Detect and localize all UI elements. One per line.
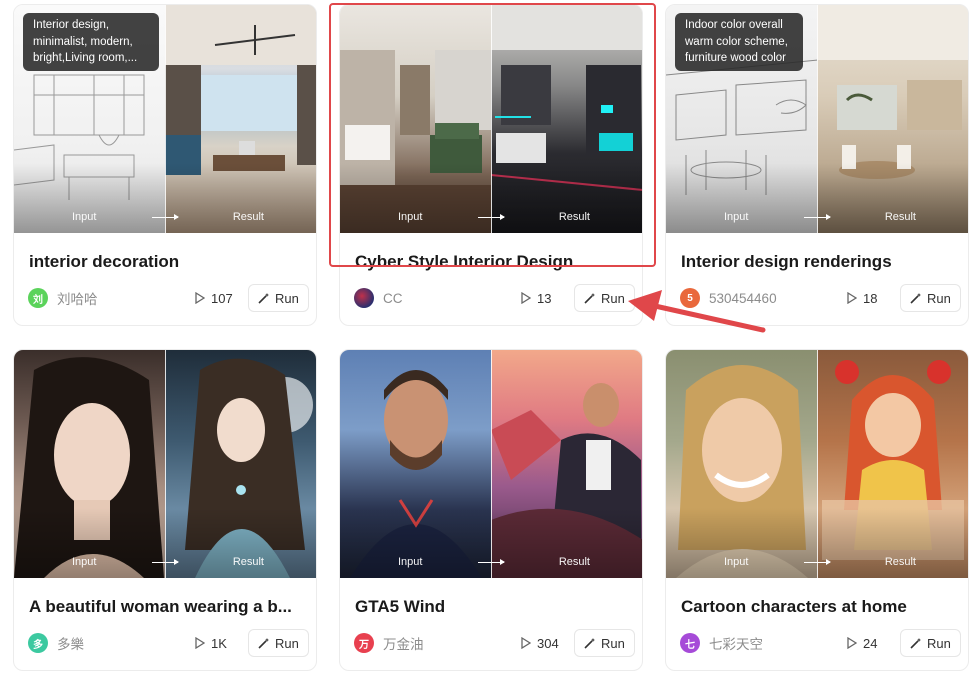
magic-wand-icon [910, 638, 921, 649]
split-divider [491, 350, 492, 578]
play-icon [521, 637, 531, 649]
play-count-value: 13 [537, 290, 552, 306]
play-icon [847, 292, 857, 304]
play-count-value: 18 [863, 290, 878, 306]
card-preview[interactable]: Input Result Interior design, minimalist… [14, 5, 316, 233]
avatar[interactable]: 万 [354, 633, 374, 653]
run-button[interactable]: Run [900, 629, 961, 657]
result-label: Result [558, 211, 590, 223]
run-button[interactable]: Run [900, 284, 961, 312]
result-label: Result [558, 556, 590, 568]
card-title[interactable]: interior decoration [29, 252, 309, 272]
result-label: Result [232, 556, 264, 568]
play-count-value: 1K [211, 635, 227, 651]
arrow-right-icon [804, 559, 831, 565]
avatar[interactable]: 七 [680, 633, 700, 653]
workflow-grid: Input Result Interior design, minimalist… [0, 0, 979, 678]
workflow-card[interactable]: Input Result A beautiful woman wearing a… [13, 349, 317, 671]
play-count: 18 [847, 291, 895, 306]
split-divider [491, 5, 492, 233]
card-meta: 万 万金油 304 Run [354, 629, 642, 657]
input-label: Input [72, 211, 97, 223]
author-name[interactable]: 多樂 [57, 633, 195, 653]
workflow-card[interactable]: Input Result GTA5 Wind 万 万金油 304 Run [339, 349, 643, 671]
play-icon [847, 637, 857, 649]
run-label: Run [601, 290, 625, 306]
prompt-tooltip: Indoor color overall warm color scheme, … [675, 13, 803, 71]
card-preview[interactable]: Input Result Indoor color overall warm c… [666, 5, 968, 233]
workflow-card[interactable]: Input Result Indoor color overall warm c… [665, 4, 969, 326]
card-title[interactable]: Cyber Style Interior Design [355, 252, 635, 272]
card-title[interactable]: GTA5 Wind [355, 597, 635, 617]
result-label: Result [884, 556, 916, 568]
magic-wand-icon [584, 293, 595, 304]
card-title[interactable]: A beautiful woman wearing a b... [29, 597, 309, 617]
input-label: Input [72, 556, 97, 568]
run-button[interactable]: Run [574, 629, 635, 657]
avatar[interactable]: 5 [680, 288, 700, 308]
input-label: Input [398, 556, 423, 568]
result-label: Result [884, 211, 916, 223]
magic-wand-icon [584, 638, 595, 649]
magic-wand-icon [258, 638, 269, 649]
magic-wand-icon [258, 293, 269, 304]
play-count-value: 107 [211, 290, 233, 306]
play-count: 304 [521, 636, 569, 651]
play-icon [195, 637, 205, 649]
avatar[interactable] [354, 288, 374, 308]
author-name[interactable]: 530454460 [709, 291, 847, 306]
play-count: 24 [847, 636, 895, 651]
workflow-card[interactable]: Input Result Interior design, minimalist… [13, 4, 317, 326]
card-meta: CC 13 Run [354, 284, 642, 312]
workflow-card[interactable]: Input Result Cartoon characters at home … [665, 349, 969, 671]
play-count: 107 [195, 291, 243, 306]
card-preview[interactable]: Input Result [666, 350, 968, 578]
avatar[interactable]: 刘 [28, 288, 48, 308]
result-label: Result [232, 211, 264, 223]
card-preview[interactable]: Input Result [340, 5, 642, 233]
play-count-value: 304 [537, 635, 559, 651]
run-button[interactable]: Run [248, 284, 309, 312]
arrow-right-icon [804, 214, 831, 220]
author-name[interactable]: 刘哈哈 [57, 288, 195, 308]
input-label: Input [724, 556, 749, 568]
card-preview[interactable]: Input Result [340, 350, 642, 578]
prompt-tooltip: Interior design, minimalist, modern, bri… [23, 13, 159, 71]
split-divider [165, 350, 166, 578]
arrow-right-icon [478, 214, 505, 220]
run-button[interactable]: Run [574, 284, 635, 312]
run-label: Run [927, 290, 951, 306]
split-divider [817, 350, 818, 578]
split-divider [817, 5, 818, 233]
play-icon [195, 292, 205, 304]
card-meta: 刘 刘哈哈 107 Run [28, 284, 316, 312]
card-title[interactable]: Interior design renderings [681, 252, 961, 272]
run-label: Run [275, 635, 299, 651]
card-meta: 七 七彩天空 24 Run [680, 629, 968, 657]
card-meta: 5 530454460 18 Run [680, 284, 968, 312]
author-name[interactable]: 万金油 [383, 633, 521, 653]
card-preview[interactable]: Input Result [14, 350, 316, 578]
card-meta: 多 多樂 1K Run [28, 629, 316, 657]
card-title[interactable]: Cartoon characters at home [681, 597, 961, 617]
author-name[interactable]: 七彩天空 [709, 633, 847, 653]
workflow-card[interactable]: Input Result Cyber Style Interior Design… [339, 4, 643, 326]
arrow-right-icon [152, 559, 179, 565]
author-name[interactable]: CC [383, 291, 521, 306]
split-divider [165, 5, 166, 233]
run-button[interactable]: Run [248, 629, 309, 657]
avatar[interactable]: 多 [28, 633, 48, 653]
run-label: Run [927, 635, 951, 651]
run-label: Run [275, 290, 299, 306]
play-count: 13 [521, 291, 569, 306]
play-count-value: 24 [863, 635, 878, 651]
run-label: Run [601, 635, 625, 651]
input-label: Input [398, 211, 423, 223]
input-label: Input [724, 211, 749, 223]
magic-wand-icon [910, 293, 921, 304]
arrow-right-icon [152, 214, 179, 220]
play-count: 1K [195, 636, 243, 651]
play-icon [521, 292, 531, 304]
arrow-right-icon [478, 559, 505, 565]
